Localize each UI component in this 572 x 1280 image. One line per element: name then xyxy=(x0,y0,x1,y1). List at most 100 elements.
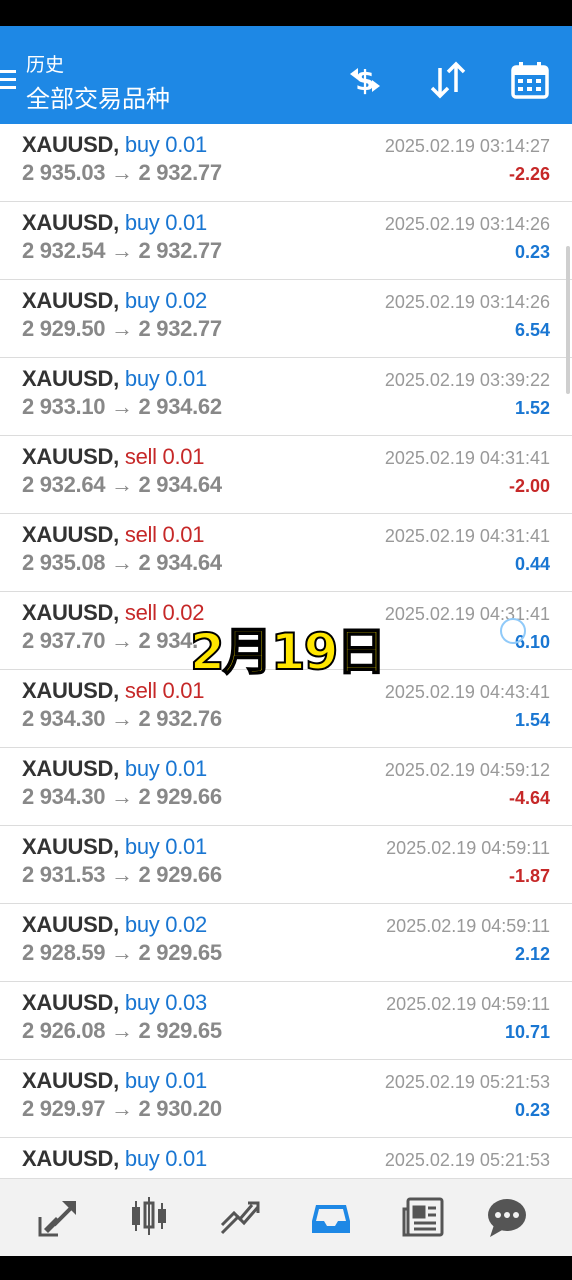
calendar-icon[interactable] xyxy=(509,60,551,100)
date-overlay-caption: 2月19日 xyxy=(189,622,387,682)
trade-symbol: XAUUSD, sell 0.02 xyxy=(22,600,204,626)
trade-prices: 2 929.97 → 2 930.20 xyxy=(22,1096,222,1121)
trade-row[interactable]: XAUUSD, buy 0.01 2 929.97 → 2 930.20 2025.0… xyxy=(0,1060,572,1138)
trade-profit: -2.26 xyxy=(508,164,550,184)
trade-time: 2025.02.19 04:59:11 xyxy=(386,838,550,858)
trade-prices: 2 928.59 → 2 929.65 xyxy=(22,940,222,965)
scrollbar[interactable] xyxy=(566,246,570,394)
svg-text:$: $ xyxy=(355,64,374,97)
trade-side-volume: buy 0.01 xyxy=(124,1068,207,1093)
trade-prices: 2 934.30 → 2 929.66 xyxy=(22,784,222,809)
symbol-label: XAUUSD, xyxy=(22,366,119,391)
trade-side-volume: buy 0.02 xyxy=(124,288,207,313)
trade-profit: -2.00 xyxy=(508,476,550,496)
trade-prices: 2 935.08 → 2 934.64 xyxy=(22,550,222,575)
sort-icon[interactable] xyxy=(427,60,469,100)
symbol-label: XAUUSD, xyxy=(22,990,119,1015)
trade-profit: 0.23 xyxy=(514,242,550,262)
trade-side-volume: buy 0.01 xyxy=(124,132,207,157)
trade-side-volume: buy 0.01 xyxy=(124,756,207,781)
trade-symbol: XAUUSD, sell 0.01 xyxy=(22,444,204,470)
trade-profit: 0.23 xyxy=(514,1100,550,1120)
trade-prices: 2 934.30 → 2 932.76 xyxy=(22,706,222,731)
symbol-label: XAUUSD, xyxy=(22,288,119,313)
trade-row[interactable]: XAUUSD, buy 0.02 2 928.59 → 2 929.65 2025.0… xyxy=(0,904,572,982)
trade-icon[interactable] xyxy=(218,1195,264,1239)
trade-profit: 2.12 xyxy=(514,944,550,964)
trade-side-volume: buy 0.01 xyxy=(124,834,207,859)
trade-side-volume: buy 0.02 xyxy=(124,912,207,937)
trade-symbol: XAUUSD, buy 0.01 xyxy=(22,132,207,158)
trade-row[interactable]: XAUUSD, buy 0.01 2 933.10 → 2 934.62 2025.0… xyxy=(0,358,572,436)
trade-symbol: XAUUSD, buy 0.03 xyxy=(22,990,207,1016)
trade-row[interactable]: XAUUSD, buy 0.01 2025.02.19 05:21:53 xyxy=(0,1138,572,1178)
trade-symbol: XAUUSD, sell 0.01 xyxy=(22,522,204,548)
trade-profit: 6.54 xyxy=(514,320,550,340)
page-title[interactable]: 全部交易品种 xyxy=(26,79,170,114)
symbol-label: XAUUSD, xyxy=(22,1146,119,1171)
trade-time: 2025.02.19 05:21:53 xyxy=(384,1072,550,1092)
trade-prices: 2 932.54 → 2 932.77 xyxy=(22,238,222,263)
trade-side-volume: buy 0.01 xyxy=(124,1146,207,1171)
trade-row[interactable]: XAUUSD, buy 0.01 2 932.54 → 2 932.77 2025.0… xyxy=(0,202,572,280)
quotes-icon[interactable] xyxy=(36,1195,82,1239)
symbol-label: XAUUSD, xyxy=(22,1068,119,1093)
trade-profit: 1.52 xyxy=(514,398,550,418)
trade-time: 2025.02.19 04:59:11 xyxy=(386,916,550,936)
trade-profit: -1.87 xyxy=(508,866,550,886)
menu-icon[interactable] xyxy=(0,70,16,90)
symbol-label: XAUUSD, xyxy=(22,834,119,859)
trade-time: 2025.02.19 04:31:41 xyxy=(384,448,550,468)
trade-row[interactable]: XAUUSD, sell 0.01 2 932.64 → 2 934.64 2025.… xyxy=(0,436,572,514)
trade-prices: 2 935.03 → 2 932.77 xyxy=(22,160,222,185)
trade-row[interactable]: XAUUSD, buy 0.02 2 929.50 → 2 932.77 2025.0… xyxy=(0,280,572,358)
trade-side-volume: sell 0.01 xyxy=(124,522,205,547)
trade-time: 2025.02.19 04:43:41 xyxy=(384,682,550,702)
page-subtitle: 历史 xyxy=(26,54,65,76)
history-icon[interactable] xyxy=(308,1195,354,1239)
trade-row[interactable]: XAUUSD, buy 0.01 2 934.30 → 2 929.66 2025.0… xyxy=(0,748,572,826)
trade-symbol: XAUUSD, buy 0.01 xyxy=(22,210,207,236)
news-icon[interactable] xyxy=(400,1195,446,1239)
trade-time: 2025.02.19 03:14:26 xyxy=(384,214,550,234)
trade-profit: 10.71 xyxy=(504,1022,550,1042)
trade-symbol: XAUUSD, buy 0.01 xyxy=(22,366,207,392)
trade-side-volume: sell 0.01 xyxy=(124,444,205,469)
symbol-label: XAUUSD, xyxy=(22,756,119,781)
trade-side-volume: buy 0.01 xyxy=(124,210,207,235)
trade-profit: 0.44 xyxy=(514,554,550,574)
trade-row[interactable]: XAUUSD, sell 0.01 2 935.08 → 2 934.64 2025.… xyxy=(0,514,572,592)
trade-prices: 2 926.08 → 2 929.65 xyxy=(22,1018,222,1043)
trade-row[interactable]: XAUUSD, buy 0.03 2 926.08 → 2 929.65 2025.0… xyxy=(0,982,572,1060)
trade-prices: 2 931.53 → 2 929.66 xyxy=(22,862,222,887)
trade-time: 2025.02.19 03:39:22 xyxy=(384,370,550,390)
trade-time: 2025.02.19 04:59:11 xyxy=(386,994,550,1014)
trade-prices: 2 933.10 → 2 934.62 xyxy=(22,394,222,419)
symbol-label: XAUUSD, xyxy=(22,678,119,703)
status-bar xyxy=(0,0,572,26)
trade-symbol: XAUUSD, sell 0.01 xyxy=(22,678,204,704)
trade-prices: 2 937.70 → 2 934. xyxy=(22,628,198,653)
currency-exchange-icon[interactable]: $ xyxy=(344,60,386,100)
trade-time: 2025.02.19 05:21:53 xyxy=(384,1150,550,1170)
app-bar: 历史 全部交易品种 $ xyxy=(0,26,572,124)
trade-profit: -4.64 xyxy=(508,788,550,808)
trade-row[interactable]: XAUUSD, buy 0.01 2 935.03 → 2 932.77 2025.0… xyxy=(0,124,572,202)
trade-time: 2025.02.19 04:59:12 xyxy=(384,760,550,780)
chart-icon[interactable] xyxy=(126,1195,172,1239)
trade-time: 2025.02.19 03:14:26 xyxy=(384,292,550,312)
symbol-label: XAUUSD, xyxy=(22,444,119,469)
symbol-label: XAUUSD, xyxy=(22,522,119,547)
chat-icon[interactable] xyxy=(484,1195,530,1239)
system-nav-bar xyxy=(0,1256,572,1280)
trade-time: 2025.02.19 03:14:27 xyxy=(384,136,550,156)
trade-side-volume: buy 0.01 xyxy=(124,366,207,391)
trade-profit: 1.54 xyxy=(514,710,550,730)
bottom-navigation xyxy=(0,1178,572,1256)
trade-prices: 2 929.50 → 2 932.77 xyxy=(22,316,222,341)
trade-side-volume: buy 0.03 xyxy=(124,990,207,1015)
trade-symbol: XAUUSD, buy 0.02 xyxy=(22,912,207,938)
trade-row[interactable]: XAUUSD, buy 0.01 2 931.53 → 2 929.66 2025.0… xyxy=(0,826,572,904)
touch-indicator xyxy=(500,618,526,644)
trade-symbol: XAUUSD, buy 0.01 xyxy=(22,1068,207,1094)
